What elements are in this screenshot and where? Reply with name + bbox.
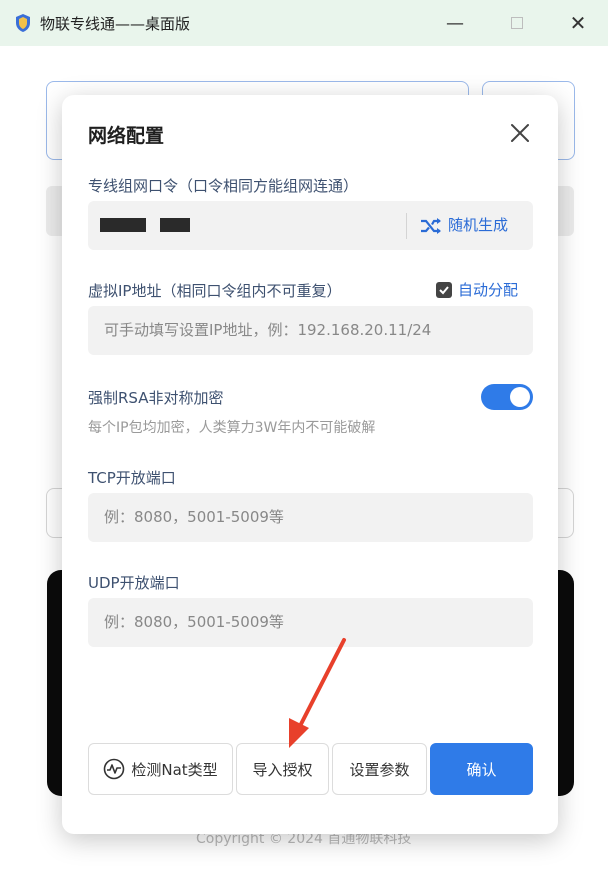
import-license-button[interactable]: 导入授权 <box>236 743 329 795</box>
maximize-button[interactable] <box>502 10 532 36</box>
close-window-button[interactable]: ✕ <box>563 10 593 36</box>
virtual-ip-input[interactable]: 可手动填写设置IP地址，例：192.168.20.11/24 <box>88 306 533 355</box>
tcp-port-input[interactable]: 例：8080，5001-5009等 <box>88 493 533 542</box>
rsa-label: 强制RSA非对称加密 <box>88 389 224 407</box>
random-generate-label: 随机生成 <box>448 216 509 234</box>
settings-button[interactable]: 设置参数 <box>332 743 427 795</box>
udp-port-label: UDP开放端口 <box>88 574 180 592</box>
masked-password <box>100 218 146 232</box>
shuffle-icon <box>421 217 441 234</box>
app-shield-icon <box>16 14 30 32</box>
virtual-ip-label: 虚拟IP地址（相同口令组内不可重复） <box>88 282 342 300</box>
window-title: 物联专线通——桌面版 <box>40 15 191 33</box>
activity-icon <box>104 758 125 780</box>
random-generate-button[interactable]: 随机生成 <box>420 201 508 250</box>
close-icon[interactable] <box>506 119 534 147</box>
toggle-knob <box>510 387 530 407</box>
rsa-hint: 每个IP包均加密，人类算力3W年内不可能破解 <box>88 420 376 436</box>
minimize-button[interactable]: — <box>440 10 470 36</box>
network-config-dialog: 网络配置 专线组网口令（口令相同方能组网连通） 随机生成 虚拟IP地址（相同口令… <box>62 95 558 834</box>
group-password-label: 专线组网口令（口令相同方能组网连通） <box>88 177 359 195</box>
rsa-toggle[interactable] <box>481 384 533 410</box>
masked-password <box>160 218 190 232</box>
auto-assign-checkbox[interactable]: 自动分配 <box>436 279 518 300</box>
detect-nat-button[interactable]: 检测Nat类型 <box>88 743 233 795</box>
dialog-title: 网络配置 <box>88 125 165 147</box>
title-bar: 物联专线通——桌面版 — ✕ <box>0 0 608 46</box>
auto-assign-label: 自动分配 <box>458 281 519 299</box>
divider <box>406 213 407 239</box>
maximize-icon <box>511 17 523 29</box>
group-password-input[interactable]: 随机生成 <box>88 201 533 250</box>
udp-port-input[interactable]: 例：8080，5001-5009等 <box>88 598 533 647</box>
detect-nat-label: 检测Nat类型 <box>131 760 218 779</box>
tcp-port-label: TCP开放端口 <box>88 469 176 487</box>
confirm-button[interactable]: 确认 <box>430 743 533 795</box>
checkbox-checked-icon <box>436 281 452 298</box>
